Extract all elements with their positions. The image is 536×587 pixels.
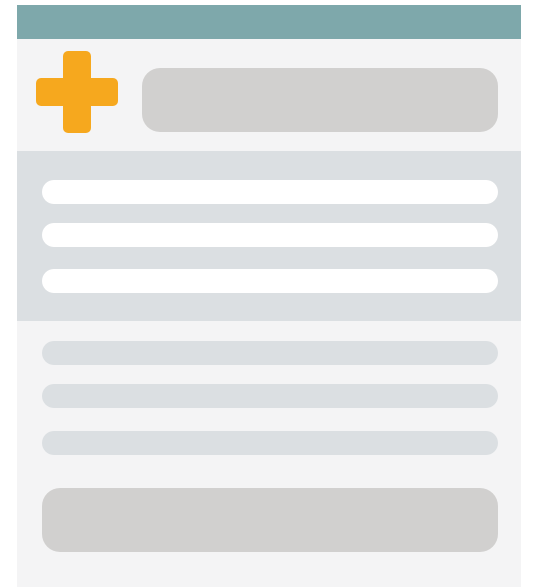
title-placeholder bbox=[142, 68, 498, 132]
highlight-line bbox=[42, 269, 498, 293]
body-line bbox=[42, 431, 498, 455]
plus-icon bbox=[36, 51, 118, 133]
body-line bbox=[42, 341, 498, 365]
highlighted-section bbox=[17, 151, 521, 321]
highlight-line bbox=[42, 180, 498, 204]
body-line bbox=[42, 384, 498, 408]
highlight-line bbox=[42, 223, 498, 247]
header-bar bbox=[17, 5, 521, 39]
footer-placeholder bbox=[42, 488, 498, 552]
document-card bbox=[17, 5, 521, 587]
